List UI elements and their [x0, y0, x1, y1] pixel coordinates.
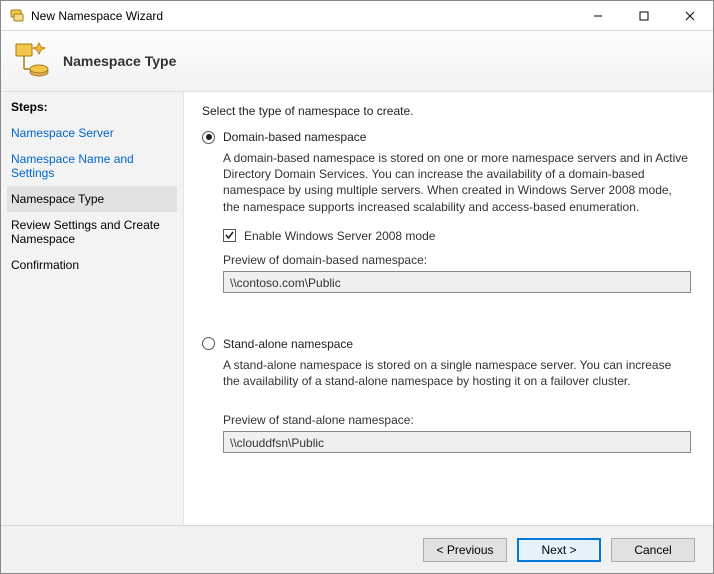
step-review-create[interactable]: Review Settings and Create Namespace — [11, 212, 173, 252]
domain-preview-value: \\contoso.com\Public — [223, 271, 691, 293]
cancel-button[interactable]: Cancel — [611, 538, 695, 562]
step-confirmation[interactable]: Confirmation — [11, 252, 173, 278]
standalone-description: A stand-alone namespace is stored on a s… — [223, 357, 691, 389]
next-button[interactable]: Next > — [517, 538, 601, 562]
step-namespace-server[interactable]: Namespace Server — [11, 120, 173, 146]
checkbox-icon — [223, 229, 236, 242]
close-button[interactable] — [667, 1, 713, 31]
radio-domain-based[interactable]: Domain-based namespace — [202, 130, 691, 144]
wizard-icon — [13, 41, 53, 81]
radio-icon — [202, 337, 215, 350]
page-heading: Namespace Type — [63, 53, 176, 69]
steps-title: Steps: — [11, 100, 173, 114]
radio-icon — [202, 131, 215, 144]
option-standalone: Stand-alone namespace A stand-alone name… — [202, 337, 691, 453]
wizard-header: Namespace Type — [1, 31, 713, 92]
radio-domain-label: Domain-based namespace — [223, 130, 366, 144]
option-domain-based: Domain-based namespace A domain-based na… — [202, 130, 691, 293]
minimize-button[interactable] — [575, 1, 621, 31]
body: Steps: Namespace Server Namespace Name a… — [1, 92, 713, 525]
checkbox-2008-mode[interactable]: Enable Windows Server 2008 mode — [223, 229, 691, 243]
domain-description: A domain-based namespace is stored on on… — [223, 150, 691, 215]
radio-standalone-label: Stand-alone namespace — [223, 337, 353, 351]
step-namespace-type[interactable]: Namespace Type — [7, 186, 177, 212]
step-namespace-name-settings[interactable]: Namespace Name and Settings — [11, 146, 173, 186]
app-icon — [9, 8, 25, 24]
checkbox-2008-label: Enable Windows Server 2008 mode — [244, 229, 435, 243]
radio-standalone[interactable]: Stand-alone namespace — [202, 337, 691, 351]
instruction-text: Select the type of namespace to create. — [202, 104, 691, 118]
steps-sidebar: Steps: Namespace Server Namespace Name a… — [1, 92, 184, 525]
standalone-preview-label: Preview of stand-alone namespace: — [223, 413, 691, 427]
previous-button[interactable]: < Previous — [423, 538, 507, 562]
standalone-preview-value: \\clouddfsn\Public — [223, 431, 691, 453]
window-frame: New Namespace Wizard Namespace Type Step… — [0, 0, 714, 574]
titlebar: New Namespace Wizard — [1, 1, 713, 31]
domain-preview-label: Preview of domain-based namespace: — [223, 253, 691, 267]
window-title: New Namespace Wizard — [31, 9, 575, 23]
maximize-button[interactable] — [621, 1, 667, 31]
button-bar: < Previous Next > Cancel — [1, 525, 713, 573]
content-pane: Select the type of namespace to create. … — [184, 92, 713, 525]
